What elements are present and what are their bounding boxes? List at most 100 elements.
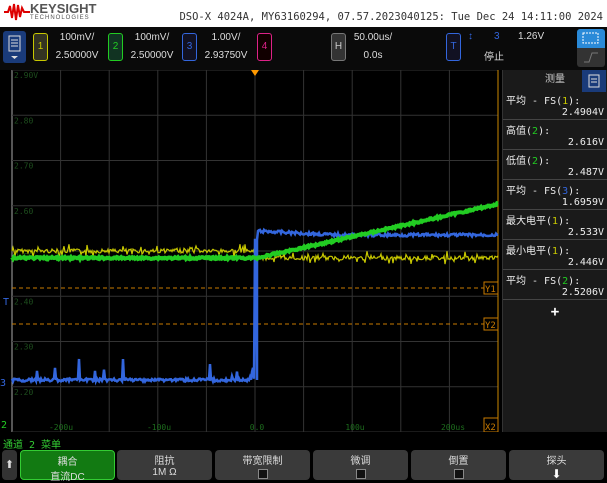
add-measurement-button[interactable]: + bbox=[503, 304, 607, 320]
horizontal-button[interactable]: H bbox=[331, 33, 346, 61]
brand-name: KEYSIGHT bbox=[30, 1, 97, 16]
channel-3-button[interactable]: 3 bbox=[182, 33, 197, 61]
measurements-menu-button[interactable] bbox=[582, 70, 606, 92]
measurement-name: 平均 - FS bbox=[506, 96, 557, 107]
softkey-4[interactable]: 微调 bbox=[313, 450, 408, 480]
ch2-scale: 100mV/ bbox=[134, 32, 170, 43]
ch3-ground-marker[interactable]: 3 bbox=[0, 378, 6, 389]
trigger-level: 1.26V bbox=[518, 31, 545, 42]
softkey-label: 带宽限制 bbox=[242, 456, 283, 467]
y-axis-label: 2.60 bbox=[14, 207, 33, 216]
run-status: 停止 bbox=[484, 52, 504, 63]
ch3-offset: 2.93750V bbox=[204, 50, 248, 61]
measurements-panel: 测量 平均 - FS(1): 2.4904V 高值(2): 2.616V 低值(2): 2… bbox=[502, 70, 607, 432]
trigger-level-marker[interactable]: T bbox=[3, 297, 9, 308]
arrow-down-icon: ⬇ bbox=[551, 467, 562, 481]
time-scale: 50.00us/ bbox=[353, 32, 393, 43]
x-axis-label: 100u bbox=[345, 423, 364, 432]
ch2-ground-marker[interactable]: 2 bbox=[1, 420, 7, 431]
y-axis-label: 2.40 bbox=[14, 297, 33, 306]
cursor-x2-label: X2 bbox=[485, 423, 496, 432]
softkey-checkbox[interactable] bbox=[355, 469, 366, 479]
softkey-checkbox[interactable] bbox=[257, 469, 268, 479]
y-axis-label: 2.90V bbox=[14, 71, 38, 80]
measurement-channel: 3 bbox=[562, 186, 569, 197]
softkey-checkbox[interactable] bbox=[453, 469, 464, 479]
y-axis-label: 2.30 bbox=[14, 343, 33, 352]
measurement-item[interactable]: 平均 - FS(2): 2.5206V bbox=[503, 270, 607, 300]
channel-4-button[interactable]: 4 bbox=[257, 33, 272, 61]
zoom-box-button[interactable] bbox=[577, 29, 605, 48]
measurement-value: 2.446V bbox=[567, 257, 604, 268]
measurement-item[interactable]: 低值(2): 2.487V bbox=[503, 150, 607, 180]
measurement-channel: 1 bbox=[552, 216, 559, 227]
channel-2-button[interactable]: 2 bbox=[108, 33, 123, 61]
x-axis-label: -200u bbox=[49, 423, 73, 432]
y-axis-label: 2.70 bbox=[14, 162, 33, 171]
measurement-value: 2.4904V bbox=[561, 107, 604, 118]
ch3-scale: 1.00V/ bbox=[211, 32, 241, 43]
measurement-value: 1.6959V bbox=[561, 197, 604, 208]
softkey-label: 阻抗 bbox=[154, 456, 175, 467]
touch-trigger-icon bbox=[584, 52, 598, 63]
channel-menu-title: 通道 2 菜单 bbox=[3, 440, 62, 451]
keysight-logo: KEYSIGHT TECHNOLOGIES bbox=[4, 2, 96, 21]
measurement-value: 2.5206V bbox=[561, 287, 604, 298]
main-menu-button[interactable] bbox=[3, 31, 26, 63]
measurement-name: 平均 - FS bbox=[506, 276, 557, 287]
x-axis-label: -100u bbox=[147, 423, 171, 432]
title-bar: KEYSIGHT TECHNOLOGIES DSO-X 4024A, MY6316… bbox=[0, 0, 607, 27]
softkey-3[interactable]: 带宽限制 bbox=[215, 450, 310, 480]
measurement-channel: 1 bbox=[562, 96, 569, 107]
measurement-value: 2.616V bbox=[567, 137, 604, 148]
channel-1-button[interactable]: 1 bbox=[33, 33, 48, 61]
softkey-label: 微调 bbox=[350, 456, 371, 467]
softkey-1[interactable]: 耦合直流DC bbox=[20, 450, 115, 483]
measurement-channel: 2 bbox=[532, 126, 539, 137]
softkey-label: 耦合 bbox=[57, 457, 78, 468]
softkey-value: 1M Ω bbox=[152, 467, 177, 478]
menu-up-button[interactable]: ⬆ bbox=[2, 450, 17, 480]
menu-icon bbox=[588, 74, 600, 88]
measurement-name: 高值 bbox=[506, 126, 526, 137]
measurement-channel: 2 bbox=[532, 156, 539, 167]
measurement-item[interactable]: 最小电平(1): 2.446V bbox=[503, 240, 607, 270]
trigger-slope-icon: ↕ bbox=[468, 31, 473, 42]
softkey-value: 直流DC bbox=[50, 472, 85, 483]
measurement-item[interactable]: 最大电平(1): 2.533V bbox=[503, 210, 607, 240]
menu-icon bbox=[8, 35, 21, 59]
waveform-display[interactable]: 2.90V2.802.702.602.502.402.302.20Y1Y2T32… bbox=[0, 70, 500, 432]
cursor-y2-label: Y2 bbox=[485, 321, 496, 331]
softkey-6[interactable]: 探头 ⬇ bbox=[509, 450, 604, 481]
brand-sub: TECHNOLOGIES bbox=[30, 15, 90, 21]
y-axis-label: 2.20 bbox=[14, 388, 33, 397]
measurement-value: 2.533V bbox=[567, 227, 604, 238]
softkey-5[interactable]: 倒置 bbox=[411, 450, 506, 480]
ch2-offset: 2.50000V bbox=[130, 50, 174, 61]
time-delay: 0.0s bbox=[363, 50, 383, 61]
measurement-item[interactable]: 高值(2): 2.616V bbox=[503, 120, 607, 150]
measurement-channel: 1 bbox=[552, 246, 559, 257]
arrow-up-icon: ⬆ bbox=[4, 459, 15, 471]
x-axis-label: 0.0 bbox=[250, 423, 265, 432]
instrument-id: DSO-X 4024A, MY63160294, 07.57.202304012… bbox=[179, 11, 603, 23]
measurements-title: 测量 bbox=[545, 74, 565, 85]
measurement-item[interactable]: 平均 - FS(1): 2.4904V bbox=[503, 90, 607, 120]
softkey-2[interactable]: 阻抗 1M Ω bbox=[117, 450, 212, 480]
trigger-source: 3 bbox=[494, 31, 500, 42]
softkey-label: 探头 bbox=[546, 456, 567, 467]
measurement-name: 低值 bbox=[506, 156, 526, 167]
measurement-name: 最大电平 bbox=[506, 216, 546, 227]
y-axis-label: 2.80 bbox=[14, 116, 33, 125]
softkey-label: 倒置 bbox=[448, 456, 469, 467]
trigger-button[interactable]: T bbox=[446, 33, 461, 61]
measurement-name: 最小电平 bbox=[506, 246, 546, 257]
touch-trigger-button[interactable] bbox=[577, 48, 605, 67]
measurement-item[interactable]: 平均 - FS(3): 1.6959V bbox=[503, 180, 607, 210]
measurement-value: 2.487V bbox=[567, 167, 604, 178]
ch1-scale: 100mV/ bbox=[59, 32, 95, 43]
zoom-box-icon bbox=[582, 32, 599, 44]
measurements-header: 测量 bbox=[503, 70, 607, 92]
measurement-name: 平均 - FS bbox=[506, 186, 557, 197]
x-axis-label: 200us bbox=[441, 423, 465, 432]
